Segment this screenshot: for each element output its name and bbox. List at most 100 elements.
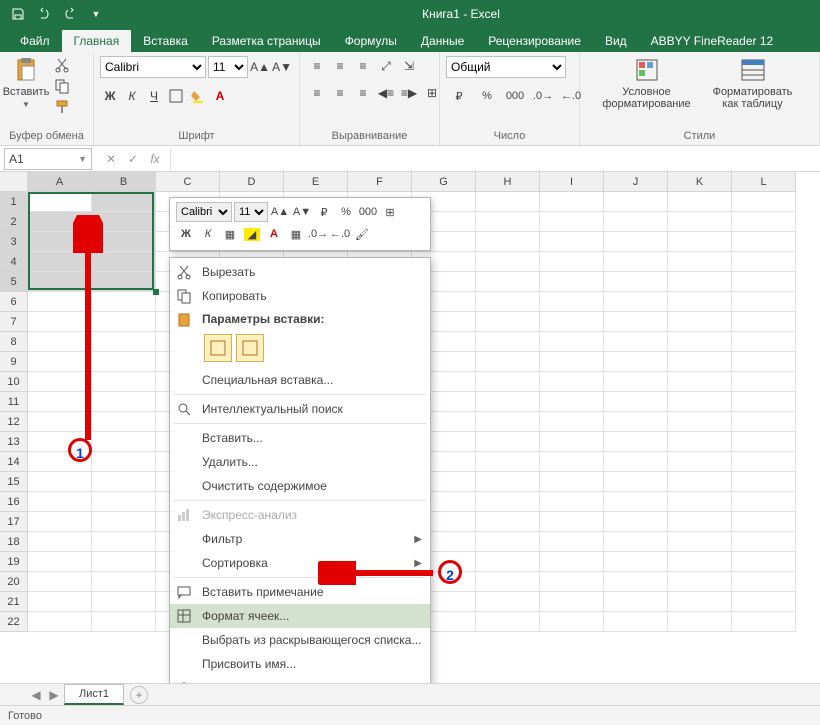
align-right-icon[interactable]: ≡ (352, 83, 374, 103)
cell-L15[interactable] (732, 472, 796, 492)
col-header-F[interactable]: F (348, 172, 412, 192)
mini-border-icon[interactable]: ▦ (220, 225, 240, 243)
cell-H12[interactable] (476, 412, 540, 432)
cell-K5[interactable] (668, 272, 732, 292)
cell-J21[interactable] (604, 592, 668, 612)
align-center-icon[interactable]: ≡ (329, 83, 351, 103)
qat-customize-button[interactable]: ▼ (84, 3, 108, 25)
cell-K2[interactable] (668, 212, 732, 232)
cell-L6[interactable] (732, 292, 796, 312)
border-button[interactable] (166, 86, 186, 106)
row-header-10[interactable]: 10 (0, 372, 28, 392)
cell-J19[interactable] (604, 552, 668, 572)
cell-H16[interactable] (476, 492, 540, 512)
col-header-C[interactable]: C (156, 172, 220, 192)
cell-L17[interactable] (732, 512, 796, 532)
cell-J22[interactable] (604, 612, 668, 632)
mini-font-size[interactable]: 11 (234, 202, 268, 222)
fill-color-button[interactable] (188, 86, 208, 106)
decrease-indent-icon[interactable]: ◀≡ (375, 83, 397, 103)
row-header-2[interactable]: 2 (0, 212, 28, 232)
cell-H6[interactable] (476, 292, 540, 312)
name-box[interactable]: A1▼ (4, 148, 92, 170)
row-header-7[interactable]: 7 (0, 312, 28, 332)
cell-A18[interactable] (28, 532, 92, 552)
cell-L21[interactable] (732, 592, 796, 612)
ctx-cut[interactable]: Вырезать (170, 260, 430, 284)
cell-J4[interactable] (604, 252, 668, 272)
cell-K16[interactable] (668, 492, 732, 512)
comma-icon[interactable]: 000 (502, 86, 528, 106)
cell-K8[interactable] (668, 332, 732, 352)
currency-icon[interactable]: ₽ (446, 86, 472, 106)
conditional-formatting-button[interactable]: Условное форматирование (602, 56, 692, 110)
row-header-22[interactable]: 22 (0, 612, 28, 632)
cell-H13[interactable] (476, 432, 540, 452)
align-middle-icon[interactable]: ≡ (329, 56, 351, 76)
cell-K20[interactable] (668, 572, 732, 592)
cell-K14[interactable] (668, 452, 732, 472)
select-all-corner[interactable] (0, 172, 28, 192)
cell-J9[interactable] (604, 352, 668, 372)
cell-L2[interactable] (732, 212, 796, 232)
cell-J16[interactable] (604, 492, 668, 512)
mini-decimal-inc-icon[interactable]: .0→ (308, 225, 328, 243)
col-header-A[interactable]: A (28, 172, 92, 192)
col-header-E[interactable]: E (284, 172, 348, 192)
increase-decimal-icon[interactable]: .0→ (530, 86, 556, 106)
align-bottom-icon[interactable]: ≡ (352, 56, 374, 76)
cell-K21[interactable] (668, 592, 732, 612)
cell-B17[interactable] (92, 512, 156, 532)
col-header-H[interactable]: H (476, 172, 540, 192)
mini-increase-font-icon[interactable]: A▲ (270, 203, 290, 221)
row-header-12[interactable]: 12 (0, 412, 28, 432)
tab-file[interactable]: Файл (8, 30, 62, 52)
cell-L9[interactable] (732, 352, 796, 372)
add-sheet-button[interactable]: + (130, 686, 148, 704)
cell-I16[interactable] (540, 492, 604, 512)
mini-bold[interactable]: Ж (176, 225, 196, 243)
cell-J6[interactable] (604, 292, 668, 312)
col-header-D[interactable]: D (220, 172, 284, 192)
cell-K19[interactable] (668, 552, 732, 572)
cell-A15[interactable] (28, 472, 92, 492)
mini-decimal-dec-icon[interactable]: ←.0 (330, 225, 350, 243)
row-header-18[interactable]: 18 (0, 532, 28, 552)
cell-B18[interactable] (92, 532, 156, 552)
ctx-delete[interactable]: Удалить... (170, 450, 430, 474)
cell-J11[interactable] (604, 392, 668, 412)
row-header-13[interactable]: 13 (0, 432, 28, 452)
cell-I19[interactable] (540, 552, 604, 572)
cell-H3[interactable] (476, 232, 540, 252)
row-header-3[interactable]: 3 (0, 232, 28, 252)
cell-H21[interactable] (476, 592, 540, 612)
cell-B22[interactable] (92, 612, 156, 632)
mini-border2-icon[interactable]: ▦ (286, 225, 306, 243)
format-as-table-button[interactable]: Форматировать как таблицу (708, 56, 798, 110)
col-header-K[interactable]: K (668, 172, 732, 192)
cell-K1[interactable] (668, 192, 732, 212)
row-header-19[interactable]: 19 (0, 552, 28, 572)
cell-I20[interactable] (540, 572, 604, 592)
number-format-select[interactable]: Общий (446, 56, 566, 78)
cell-I2[interactable] (540, 212, 604, 232)
cell-K22[interactable] (668, 612, 732, 632)
cell-K4[interactable] (668, 252, 732, 272)
tab-view[interactable]: Вид (593, 30, 639, 52)
cell-L14[interactable] (732, 452, 796, 472)
cell-J14[interactable] (604, 452, 668, 472)
ctx-format-cells[interactable]: Формат ячеек... (170, 604, 430, 628)
cell-H10[interactable] (476, 372, 540, 392)
cell-A17[interactable] (28, 512, 92, 532)
cell-J5[interactable] (604, 272, 668, 292)
cell-J3[interactable] (604, 232, 668, 252)
mini-merge-icon[interactable]: ⊞ (380, 203, 400, 221)
cell-I14[interactable] (540, 452, 604, 472)
cell-K7[interactable] (668, 312, 732, 332)
cell-H17[interactable] (476, 512, 540, 532)
cell-I15[interactable] (540, 472, 604, 492)
row-header-5[interactable]: 5 (0, 272, 28, 292)
formula-input[interactable] (170, 148, 820, 170)
cell-K9[interactable] (668, 352, 732, 372)
cell-B1[interactable] (92, 192, 156, 212)
